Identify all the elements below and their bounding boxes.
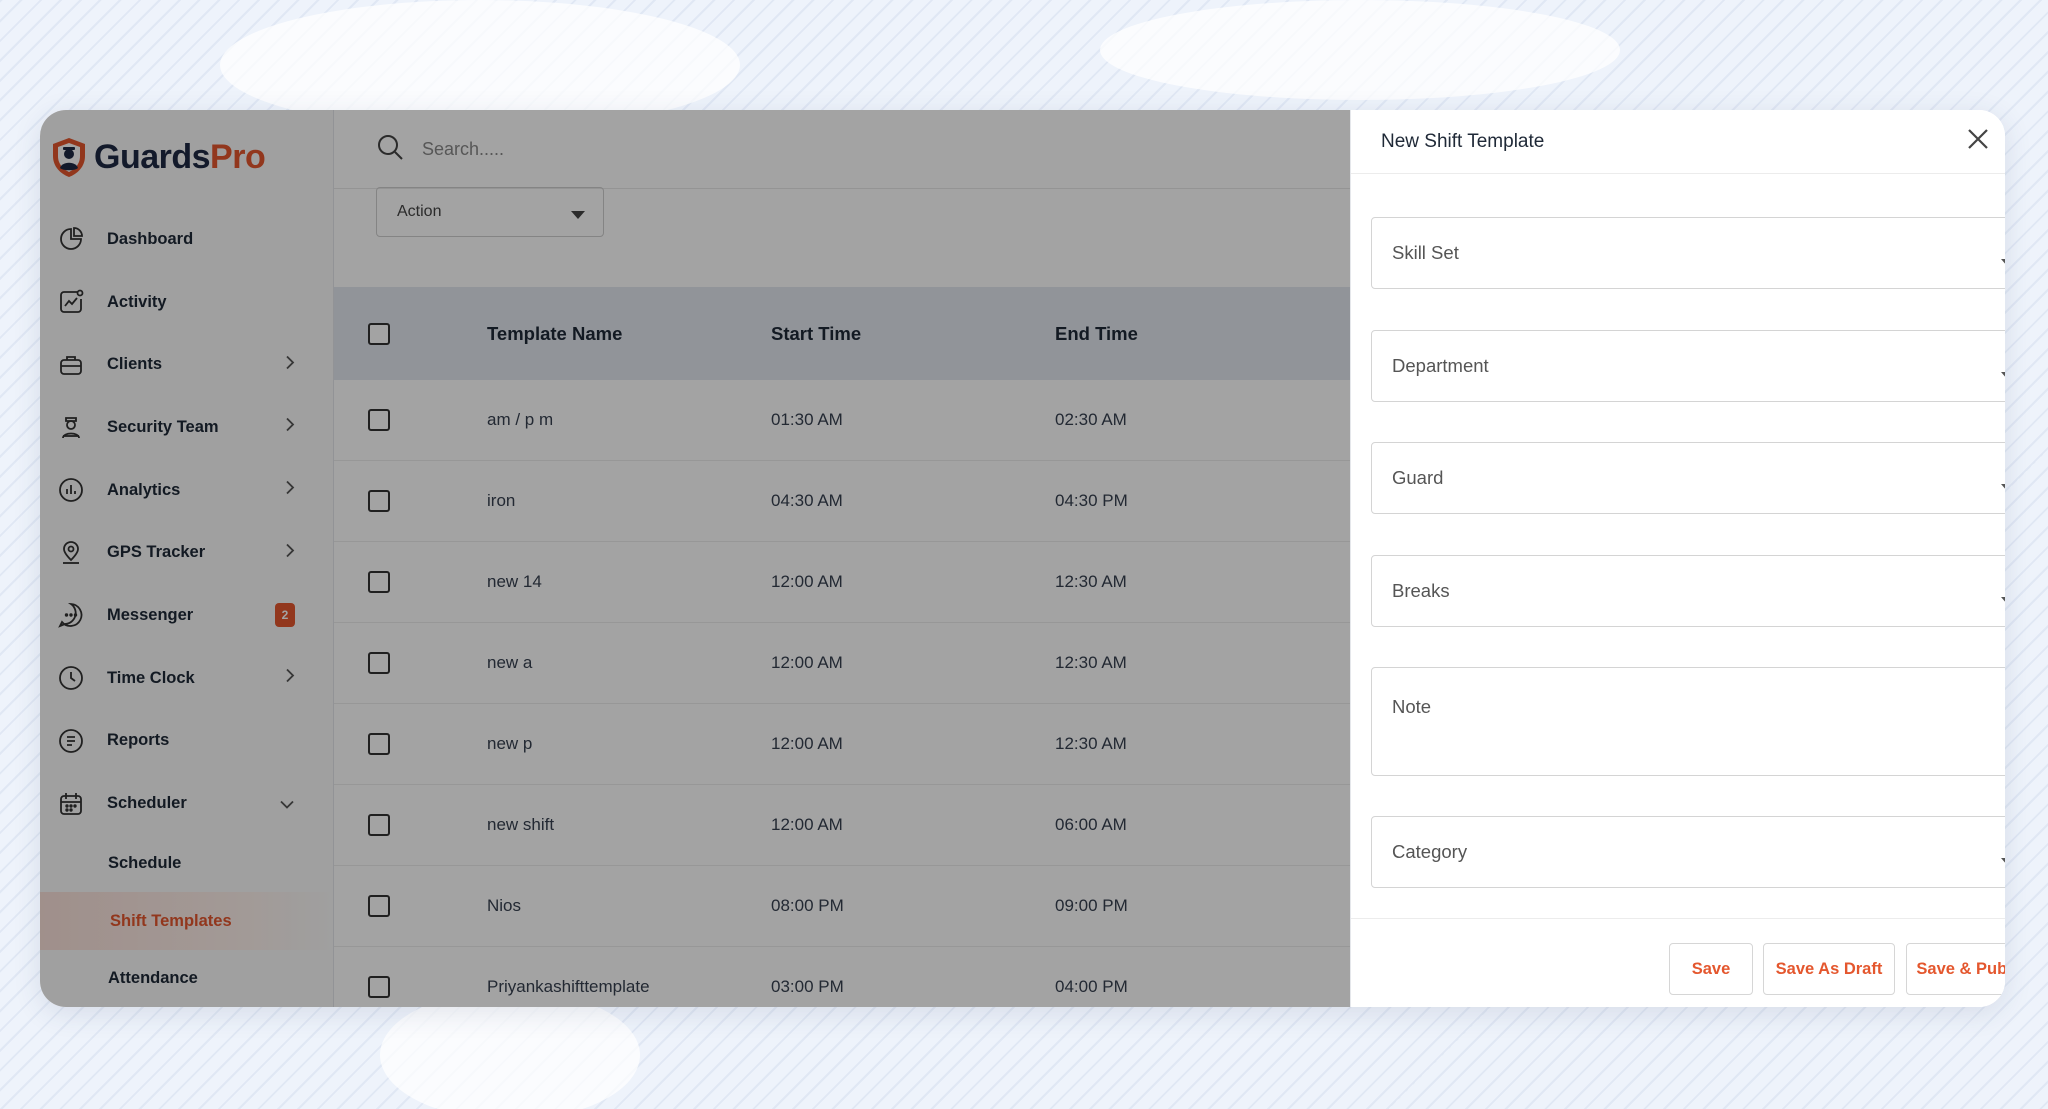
category-select[interactable]: Category	[1371, 816, 2005, 888]
breaks-select[interactable]: Breaks	[1371, 555, 2005, 627]
guard-placeholder: Guard	[1392, 467, 1444, 488]
caret-down-icon	[2001, 250, 2005, 272]
save-as-draft-button[interactable]: Save As Draft	[1763, 943, 1895, 995]
close-icon[interactable]	[1965, 126, 1991, 152]
skill-set-select[interactable]: Skill Set	[1371, 217, 2005, 289]
app-window: GuardsPro Dashboard Activity Clients Sec…	[40, 110, 2005, 1007]
new-shift-template-panel: New Shift Template Skill Set Department …	[1350, 110, 2005, 1007]
breaks-placeholder: Breaks	[1392, 580, 1450, 601]
caret-down-icon	[2001, 588, 2005, 610]
caret-down-icon	[2001, 475, 2005, 497]
department-placeholder: Department	[1392, 355, 1489, 376]
note-placeholder: Note	[1392, 696, 1432, 717]
panel-title: New Shift Template	[1381, 130, 1545, 152]
caret-down-icon	[2001, 363, 2005, 385]
department-select[interactable]: Department	[1371, 330, 2005, 402]
category-placeholder: Category	[1392, 841, 1468, 862]
modal-backdrop[interactable]	[40, 110, 1350, 1007]
guard-select[interactable]: Guard	[1371, 442, 2005, 514]
note-textarea[interactable]: Note	[1371, 667, 2005, 776]
caret-down-icon	[2001, 849, 2005, 871]
panel-header: New Shift Template	[1351, 110, 2005, 174]
skill-set-placeholder: Skill Set	[1392, 242, 1459, 263]
save-and-publish-button[interactable]: Save & Publish	[1906, 943, 2005, 995]
background-shape	[1100, 0, 1620, 100]
save-button[interactable]: Save	[1669, 943, 1753, 995]
background-shape	[380, 990, 640, 1109]
